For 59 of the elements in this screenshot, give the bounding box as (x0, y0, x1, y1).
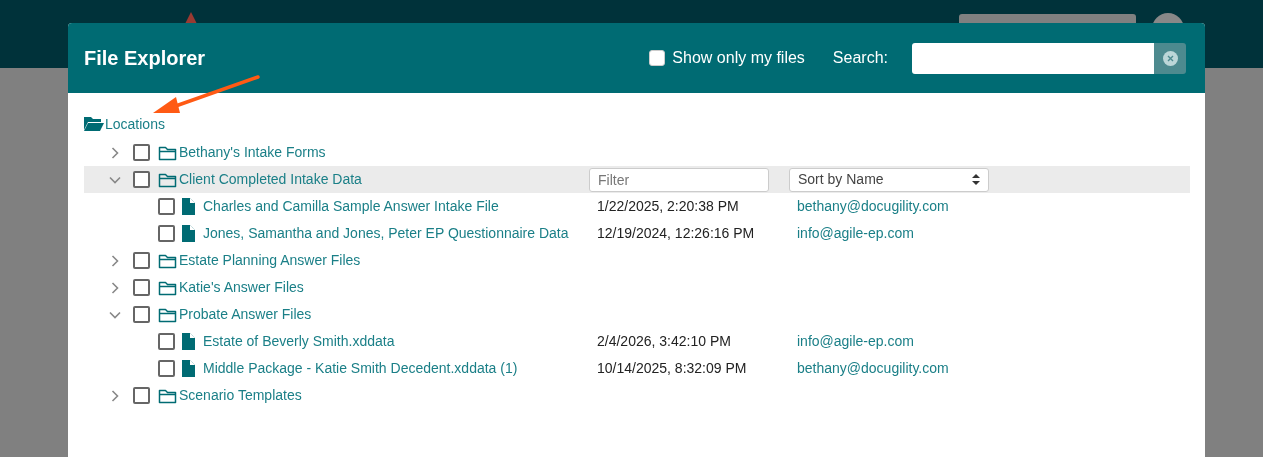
chevron-icon[interactable] (109, 254, 121, 267)
checkbox[interactable] (158, 360, 175, 377)
file-link[interactable]: Charles and Camilla Sample Answer Intake File (203, 196, 597, 217)
folder-icon (158, 279, 177, 296)
folder-row[interactable]: Estate Planning Answer Files (84, 247, 1190, 274)
folder-label[interactable]: Katie's Answer Files (179, 277, 589, 298)
folder-icon (158, 306, 177, 323)
file-icon (182, 225, 195, 242)
folder-icon (158, 171, 177, 188)
tree-root-link[interactable]: Locations (105, 113, 165, 135)
checkbox[interactable] (158, 198, 175, 215)
checkbox[interactable] (133, 171, 150, 188)
folder-icon (158, 387, 177, 404)
folder-row[interactable]: Scenario Templates (84, 382, 1190, 409)
folder-label[interactable]: Client Completed Intake Data (179, 169, 589, 190)
sort-arrows-icon (972, 174, 980, 185)
modified-date: 10/14/2025, 8:32:09 PM (597, 359, 748, 378)
file-link[interactable]: Middle Package - Katie Smith Decedent.xddata (1) (203, 358, 597, 379)
filter-field[interactable]: Filter (589, 167, 769, 192)
checkbox[interactable] (158, 333, 175, 350)
checkbox[interactable] (133, 252, 150, 269)
folder-row[interactable]: Client Completed Intake Data Filter Sort by Name (84, 166, 1190, 193)
file-icon (182, 360, 195, 377)
modified-date: 1/22/2025, 2:20:38 PM (597, 197, 740, 216)
owner-email[interactable]: info@agile-ep.com (797, 331, 914, 352)
file-icon (182, 333, 195, 350)
owner-email[interactable]: bethany@docugility.com (797, 196, 949, 217)
owner-email[interactable]: info@agile-ep.com (797, 223, 914, 244)
file-link[interactable]: Estate of Beverly Smith.xddata (203, 331, 597, 352)
folder-label[interactable]: Scenario Templates (179, 385, 589, 406)
checkbox[interactable] (133, 144, 150, 161)
sort-select[interactable]: Sort by Name (789, 167, 989, 192)
modified-date: 2/4/2026, 3:42:10 PM (597, 332, 732, 351)
checkbox[interactable] (158, 225, 175, 242)
owner-email[interactable]: bethany@docugility.com (797, 358, 949, 379)
folder-label[interactable]: Probate Answer Files (179, 304, 589, 325)
checkbox-label: Show only my files (672, 48, 805, 68)
checkbox[interactable] (133, 387, 150, 404)
folder-icon (158, 144, 177, 161)
folder-icon (158, 252, 177, 269)
checkbox[interactable] (133, 306, 150, 323)
close-icon (1162, 50, 1178, 66)
folder-label[interactable]: Estate Planning Answer Files (179, 250, 589, 271)
modified-date: 12/19/2024, 12:26:16 PM (597, 224, 756, 243)
search-label: Search: (832, 48, 888, 68)
file-icon (182, 198, 195, 215)
checkbox[interactable] (133, 279, 150, 296)
chevron-icon[interactable] (109, 281, 121, 294)
folder-row[interactable]: Bethany's Intake Forms (84, 139, 1190, 166)
folder-row[interactable]: Katie's Answer Files (84, 274, 1190, 301)
chevron-icon[interactable] (109, 146, 121, 159)
chevron-icon[interactable] (109, 389, 121, 402)
open-folder-icon (84, 116, 104, 132)
folder-label[interactable]: Bethany's Intake Forms (179, 142, 589, 163)
search-field[interactable] (912, 42, 1154, 74)
clear-button[interactable] (1154, 42, 1186, 74)
dialog-title: File Explorer (84, 46, 206, 71)
folder-row[interactable]: Probate Answer Files (84, 301, 1190, 328)
file-link[interactable]: Jones, Samantha and Jones, Peter EP Questionnaire Data (203, 223, 597, 244)
